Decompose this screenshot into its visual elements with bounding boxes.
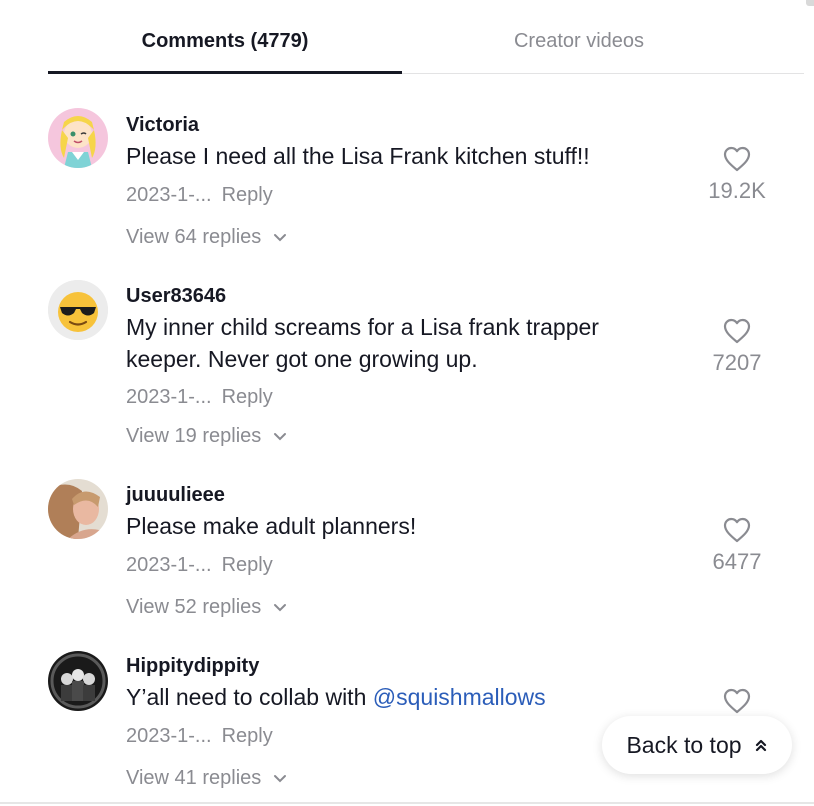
reply-button[interactable]: Reply xyxy=(222,725,273,747)
comment-username[interactable]: Victoria xyxy=(126,114,199,137)
avatar[interactable] xyxy=(48,108,108,168)
comments-panel: Comments (4779) Creator videos Victoria xyxy=(0,0,814,806)
bottom-divider xyxy=(0,802,814,804)
tab-bar: Comments (4779) Creator videos xyxy=(48,0,804,74)
like-group: 19.2K xyxy=(700,146,774,204)
like-count: 7207 xyxy=(712,350,762,375)
comment-meta: 2023-1-... Reply xyxy=(126,184,273,207)
chevron-down-icon xyxy=(273,432,286,441)
view-replies-button[interactable]: View 64 replies xyxy=(126,226,287,249)
comment-username[interactable]: Hippitydippity xyxy=(126,655,259,678)
reply-button[interactable]: Reply xyxy=(222,184,273,206)
tab-comments-label: Comments (4779) xyxy=(141,30,309,52)
view-replies-label: View 52 replies xyxy=(126,596,262,618)
scrollbar-thumb[interactable] xyxy=(806,0,814,6)
comment-date: 2023-1-... xyxy=(126,554,212,576)
view-replies-button[interactable]: View 19 replies xyxy=(126,425,287,448)
double-chevron-up-icon xyxy=(755,739,766,752)
back-to-top-label: Back to top xyxy=(626,731,742,758)
view-replies-button[interactable]: View 41 replies xyxy=(126,767,287,790)
comment-meta: 2023-1-... Reply xyxy=(126,386,273,409)
view-replies-label: View 41 replies xyxy=(126,767,262,789)
reply-button[interactable]: Reply xyxy=(222,386,273,408)
back-to-top-button[interactable]: Back to top xyxy=(602,716,792,774)
comment-text: Please make adult planners! xyxy=(126,513,417,539)
tab-creator-videos[interactable]: Creator videos xyxy=(402,30,756,72)
avatar[interactable] xyxy=(48,651,108,711)
chevron-down-icon xyxy=(273,233,286,242)
comment-meta: 2023-1-... Reply xyxy=(126,725,273,748)
like-group: 6477 xyxy=(700,517,774,575)
reply-button[interactable]: Reply xyxy=(222,554,273,576)
active-tab-indicator xyxy=(48,71,402,74)
comment-date: 2023-1-... xyxy=(126,184,212,206)
like-group xyxy=(700,688,774,714)
heart-outline-icon[interactable] xyxy=(723,517,751,543)
tab-creator-videos-label: Creator videos xyxy=(513,30,645,52)
comment-text-prefix: Y’all need to collab with xyxy=(126,684,373,710)
comment-date: 2023-1-... xyxy=(126,386,212,408)
chevron-down-icon xyxy=(273,603,286,612)
heart-outline-icon[interactable] xyxy=(723,688,751,714)
mention-link[interactable]: @squishmallows xyxy=(373,684,546,710)
view-replies-label: View 64 replies xyxy=(126,226,262,248)
chevron-down-icon xyxy=(273,774,286,783)
comment-text: Please I need all the Lisa Frank kitchen… xyxy=(126,143,590,169)
heart-outline-icon[interactable] xyxy=(723,146,751,172)
tab-comments[interactable]: Comments (4779) xyxy=(48,30,402,74)
view-replies-button[interactable]: View 52 replies xyxy=(126,596,287,619)
like-count: 19.2K xyxy=(708,178,766,203)
avatar[interactable] xyxy=(48,479,108,539)
comment-date: 2023-1-... xyxy=(126,725,212,747)
comment-text: Y’all need to collab with @squishmallows xyxy=(126,681,666,713)
comment-meta: 2023-1-... Reply xyxy=(126,554,273,577)
comment-username[interactable]: User83646 xyxy=(126,285,226,308)
comment-username[interactable]: juuuulieee xyxy=(126,484,225,507)
comment-text: My inner child screams for a Lisa frank … xyxy=(126,314,599,372)
like-count: 6477 xyxy=(712,549,762,574)
like-group: 7207 xyxy=(700,318,774,376)
view-replies-label: View 19 replies xyxy=(126,425,262,447)
avatar[interactable] xyxy=(48,280,108,340)
heart-outline-icon[interactable] xyxy=(723,318,751,344)
